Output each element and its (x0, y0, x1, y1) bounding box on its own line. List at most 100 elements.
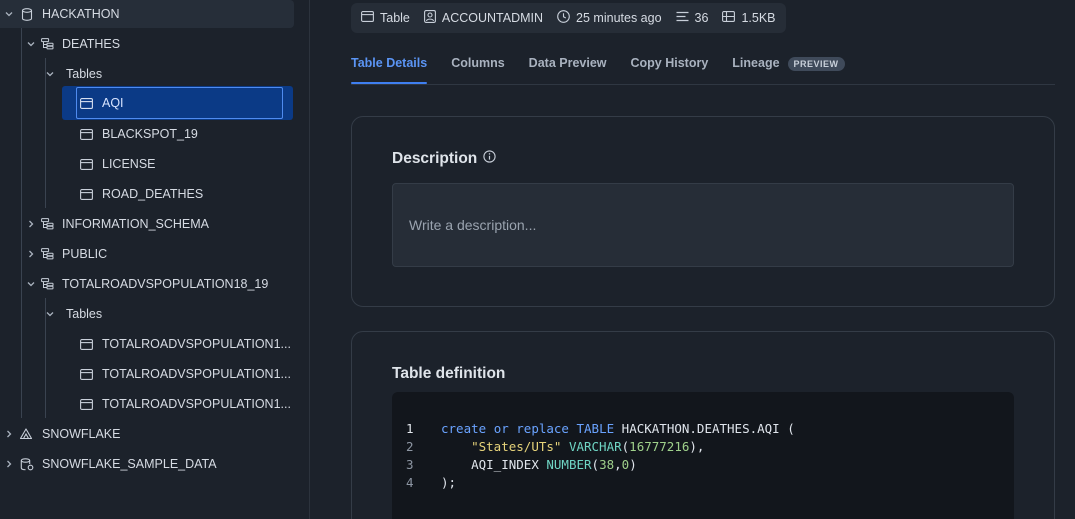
meta-rows-label: 36 (694, 11, 709, 25)
line-number: 2 (406, 438, 414, 454)
code-token: ), (689, 438, 705, 454)
storage-icon (722, 11, 736, 25)
line-number: 1 (406, 420, 414, 436)
code-token: AQI_INDEX (471, 456, 539, 472)
meta-rows: 36 (676, 11, 709, 25)
ddl-code-block[interactable]: 1 create or replace TABLE HACKATHON.DEAT… (392, 392, 1014, 519)
code-token: NUMBER (546, 456, 592, 472)
meta-owner: ACCOUNTADMIN (423, 10, 544, 26)
tree-item-label: SNOWFLAKE_SAMPLE_DATA (42, 457, 217, 471)
schema-icon (40, 217, 54, 231)
tabs-divider (351, 84, 1055, 85)
meta-size-label: 1.5KB (741, 11, 776, 25)
tab-copy-history[interactable]: Copy History (631, 52, 709, 84)
code-token: or (493, 420, 509, 436)
tree-item-table-blackspot[interactable]: BLACKSPOT_19 (0, 120, 300, 148)
code-text: AQI_INDEX NUMBER(38,0) (441, 457, 637, 472)
tab-table-details[interactable]: Table Details (351, 52, 428, 84)
info-icon[interactable] (483, 150, 496, 168)
tab-lineage[interactable]: Lineage PREVIEW (732, 52, 845, 84)
tree-item-label: LICENSE (102, 157, 156, 171)
table-definition-card: Table definition 1 create or replace TAB… (351, 331, 1055, 519)
tree-item-table-road-deathes[interactable]: ROAD_DEATHES (0, 180, 300, 208)
tree-item-label: Tables (66, 67, 103, 81)
code-text: "States/UTs" VARCHAR(16777216), (441, 439, 704, 454)
tab-columns[interactable]: Columns (451, 52, 504, 84)
table-icon (79, 187, 93, 201)
tree-item-label: TOTALROADVSPOPULATION1... (102, 397, 291, 411)
shared-database-icon (19, 427, 33, 441)
tree-item-table-license[interactable]: LICENSE (0, 150, 300, 178)
tree-item-table-totalroad[interactable]: TOTALROADVSPOPULATION1... (0, 330, 300, 358)
table-definition-title: Table definition (392, 365, 506, 382)
code-token: 16777216 (629, 438, 690, 454)
code-text: create or replace TABLE HACKATHON.DEATHE… (441, 421, 795, 436)
chevron-right-icon[interactable] (4, 459, 14, 469)
tree-item-table-aqi[interactable]: AQI (62, 86, 293, 120)
meta-time: 25 minutes ago (557, 10, 662, 26)
code-token: replace (516, 420, 569, 436)
meta-type: Table (361, 11, 410, 25)
tree-item-label: INFORMATION_SCHEMA (62, 217, 209, 231)
code-token: VARCHAR (568, 438, 622, 454)
meta-type-label: Table (380, 11, 410, 25)
shared-database-icon (20, 457, 34, 471)
table-icon (79, 157, 93, 171)
schema-icon (40, 277, 54, 291)
tree-item-totalroad-schema[interactable]: TOTALROADVSPOPULATION18_19 (0, 270, 300, 298)
table-detail-panel: Table ACCOUNTADMIN 25 minutes ago 36 1.5… (311, 0, 1075, 519)
description-input[interactable]: Write a description... (392, 183, 1014, 267)
tree-item-label: DEATHES (62, 37, 121, 51)
tab-data-preview[interactable]: Data Preview (529, 52, 607, 84)
tree-item-label: TOTALROADVSPOPULATION18_19 (62, 277, 269, 291)
object-explorer-sidebar: HACKATHON DEATHES Tables AQI BLACKSPOT_1… (0, 0, 310, 519)
tree-folder-tables[interactable]: Tables (0, 60, 300, 88)
code-token: create (441, 420, 487, 436)
tree-item-label: TOTALROADVSPOPULATION1... (102, 337, 291, 351)
tree-item-label: HACKATHON (42, 7, 120, 21)
chevron-down-icon[interactable] (26, 39, 36, 49)
chevron-down-icon[interactable] (4, 9, 14, 19)
tree-folder-tables[interactable]: Tables (0, 300, 300, 328)
code-token: ) (629, 456, 637, 472)
preview-badge: PREVIEW (787, 57, 845, 71)
tree-item-hackathon[interactable]: HACKATHON (0, 0, 294, 28)
code-token: 38 (599, 456, 615, 472)
tree-item-snowflake[interactable]: SNOWFLAKE (0, 420, 300, 448)
chevron-down-icon[interactable] (45, 69, 55, 79)
database-icon (20, 7, 34, 21)
chevron-right-icon[interactable] (26, 249, 36, 259)
meta-size: 1.5KB (722, 11, 776, 25)
tree-item-table-totalroad[interactable]: TOTALROADVSPOPULATION1... (0, 390, 300, 418)
tree-item-label: SNOWFLAKE (42, 427, 121, 441)
line-number: 4 (406, 474, 414, 490)
chevron-down-icon[interactable] (26, 279, 36, 289)
chevron-down-icon[interactable] (45, 309, 55, 319)
code-token: , (614, 456, 622, 472)
table-icon (79, 96, 93, 110)
owner-icon (423, 10, 436, 26)
tree-item-deathes[interactable]: DEATHES (0, 30, 300, 58)
tree-item-label: BLACKSPOT_19 (102, 127, 198, 141)
tree-item-information-schema[interactable]: INFORMATION_SCHEMA (0, 210, 300, 238)
code-token: ( (591, 456, 600, 472)
table-icon (361, 11, 374, 25)
schema-icon (40, 247, 54, 261)
tree-item-table-totalroad[interactable]: TOTALROADVSPOPULATION1... (0, 360, 300, 388)
tree-item-label: TOTALROADVSPOPULATION1... (102, 367, 291, 381)
tree-item-label: ROAD_DEATHES (102, 187, 204, 201)
chevron-right-icon[interactable] (26, 219, 36, 229)
meta-owner-label: ACCOUNTADMIN (441, 11, 544, 25)
code-text: ); (441, 474, 457, 490)
code-token: HACKATHON.DEATHES.AQI ( (621, 420, 795, 436)
description-title: Description (392, 150, 496, 168)
code-token: TABLE (576, 420, 615, 436)
table-icon (79, 337, 93, 351)
detail-tabs: Table Details Columns Data Preview Copy … (351, 52, 845, 84)
meta-time-label: 25 minutes ago (576, 11, 662, 25)
tab-lineage-label: Lineage (732, 56, 780, 70)
schema-icon (40, 37, 54, 51)
chevron-right-icon[interactable] (4, 429, 14, 439)
tree-item-public[interactable]: PUBLIC (0, 240, 300, 268)
tree-item-snowflake-sample-data[interactable]: SNOWFLAKE_SAMPLE_DATA (0, 450, 300, 478)
